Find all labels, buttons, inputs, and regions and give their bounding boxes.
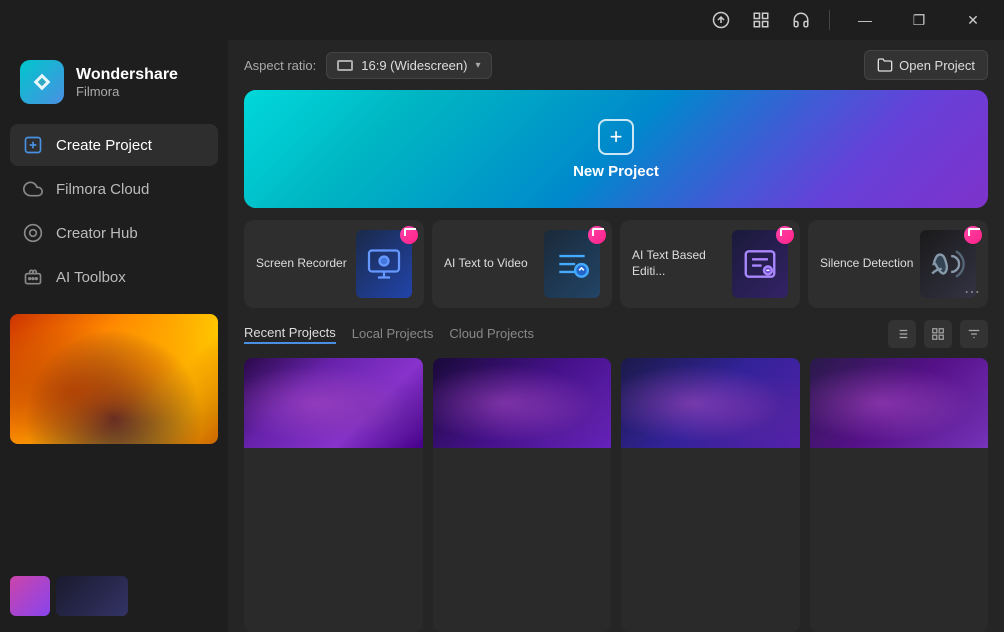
feature-badge-screen-recorder — [400, 226, 418, 244]
aspect-ratio-dropdown[interactable]: 16:9 (Widescreen) ▾ — [326, 52, 491, 79]
filmora-cloud-icon — [22, 178, 44, 200]
sidebar-bottom-thumb-1 — [10, 576, 50, 616]
new-project-plus-icon: + — [598, 119, 634, 155]
open-project-button[interactable]: Open Project — [864, 50, 988, 80]
list-view-button[interactable] — [888, 320, 916, 348]
recent-thumb-3 — [621, 358, 800, 448]
ai-toolbox-label: AI Toolbox — [56, 269, 126, 286]
create-project-icon — [22, 134, 44, 156]
feature-card-text-based-editing-label: AI Text Based Editi... — [632, 248, 732, 279]
feature-card-silence-detection[interactable]: Silence Detection ⋯ — [808, 220, 988, 308]
recent-thumb-2 — [433, 358, 612, 448]
feature-card-text-to-video[interactable]: AI Text to Video — [432, 220, 612, 308]
recent-item-2[interactable] — [433, 358, 612, 632]
filmora-cloud-label: Filmora Cloud — [56, 181, 149, 198]
recent-item-3[interactable] — [621, 358, 800, 632]
creator-hub-icon — [22, 222, 44, 244]
sidebar-bottom-thumbs — [0, 568, 228, 624]
recent-tabs: Recent Projects Local Projects Cloud Pro… — [244, 325, 534, 344]
recent-actions — [888, 320, 988, 348]
app-logo — [20, 60, 64, 104]
feature-card-screen-recorder-label: Screen Recorder — [256, 256, 356, 272]
recent-meta-2 — [433, 448, 612, 458]
sidebar-item-create-project[interactable]: Create Project — [10, 124, 218, 166]
feature-cards: Screen Recorder AI Text to Video — [228, 220, 1004, 320]
recent-meta-1 — [244, 448, 423, 458]
app-name: Wondershare — [76, 66, 178, 84]
new-project-banner[interactable]: + New Project — [244, 90, 988, 208]
create-project-label: Create Project — [56, 137, 152, 154]
recent-meta-4 — [810, 448, 989, 458]
logo-area: Wondershare Filmora — [0, 48, 228, 124]
aspect-ratio-value: 16:9 (Widescreen) — [361, 58, 467, 73]
grid-view-button[interactable] — [924, 320, 952, 348]
more-options-button[interactable]: ⋯ — [962, 282, 982, 302]
open-project-label: Open Project — [899, 58, 975, 73]
toolbar: Aspect ratio: 16:9 (Widescreen) ▾ Open P… — [228, 40, 1004, 90]
recent-grid — [244, 358, 988, 632]
minimize-button[interactable]: — — [842, 4, 888, 36]
headset-icon[interactable] — [785, 4, 817, 36]
aspect-ratio-area: Aspect ratio: 16:9 (Widescreen) ▾ — [244, 52, 492, 79]
feature-badge-text-based-editing — [776, 226, 794, 244]
recent-tab-recent-projects[interactable]: Recent Projects — [244, 325, 336, 344]
main-content: Aspect ratio: 16:9 (Widescreen) ▾ Open P… — [228, 40, 1004, 632]
sidebar: Wondershare Filmora Create Project — [0, 40, 228, 632]
feature-badge-silence-detection — [964, 226, 982, 244]
upload-icon[interactable] — [705, 4, 737, 36]
titlebar: — ❐ ✕ — [0, 0, 1004, 40]
feature-card-text-based-editing[interactable]: AI Text Based Editi... — [620, 220, 800, 308]
logo-text: Wondershare Filmora — [76, 66, 178, 99]
recent-meta-3 — [621, 448, 800, 458]
feature-badge-text-to-video — [588, 226, 606, 244]
aspect-ratio-label: Aspect ratio: — [244, 58, 316, 73]
sidebar-item-filmora-cloud[interactable]: Filmora Cloud — [10, 168, 218, 210]
recent-thumb-1 — [244, 358, 423, 448]
sidebar-nav: Create Project Filmora Cloud Creator — [0, 124, 228, 298]
recent-thumb-4 — [810, 358, 989, 448]
sidebar-item-creator-hub[interactable]: Creator Hub — [10, 212, 218, 254]
aspect-ratio-icon — [337, 60, 353, 71]
sidebar-thumbnail — [10, 314, 218, 444]
feature-card-screen-recorder[interactable]: Screen Recorder — [244, 220, 424, 308]
grid-icon[interactable] — [745, 4, 777, 36]
feature-card-silence-detection-label: Silence Detection — [820, 256, 920, 272]
recent-tab-cloud-projects[interactable]: Cloud Projects — [449, 326, 534, 343]
recent-item-4[interactable] — [810, 358, 989, 632]
new-project-label: New Project — [573, 163, 659, 180]
close-button[interactable]: ✕ — [950, 4, 996, 36]
app-body: Wondershare Filmora Create Project — [0, 40, 1004, 632]
divider — [829, 10, 830, 30]
sort-button[interactable] — [960, 320, 988, 348]
folder-icon — [877, 57, 893, 73]
recent-item-1[interactable] — [244, 358, 423, 632]
sidebar-item-ai-toolbox[interactable]: AI Toolbox — [10, 256, 218, 298]
maximize-button[interactable]: ❐ — [896, 4, 942, 36]
recent-tab-local-projects[interactable]: Local Projects — [352, 326, 434, 343]
creator-hub-label: Creator Hub — [56, 225, 138, 242]
ai-toolbox-icon — [22, 266, 44, 288]
recent-header: Recent Projects Local Projects Cloud Pro… — [244, 320, 988, 348]
recent-section: Recent Projects Local Projects Cloud Pro… — [228, 320, 1004, 632]
app-sub: Filmora — [76, 84, 178, 99]
feature-card-text-to-video-label: AI Text to Video — [444, 256, 544, 272]
chevron-down-icon: ▾ — [475, 60, 480, 71]
sidebar-bottom-thumb-2 — [56, 576, 128, 616]
